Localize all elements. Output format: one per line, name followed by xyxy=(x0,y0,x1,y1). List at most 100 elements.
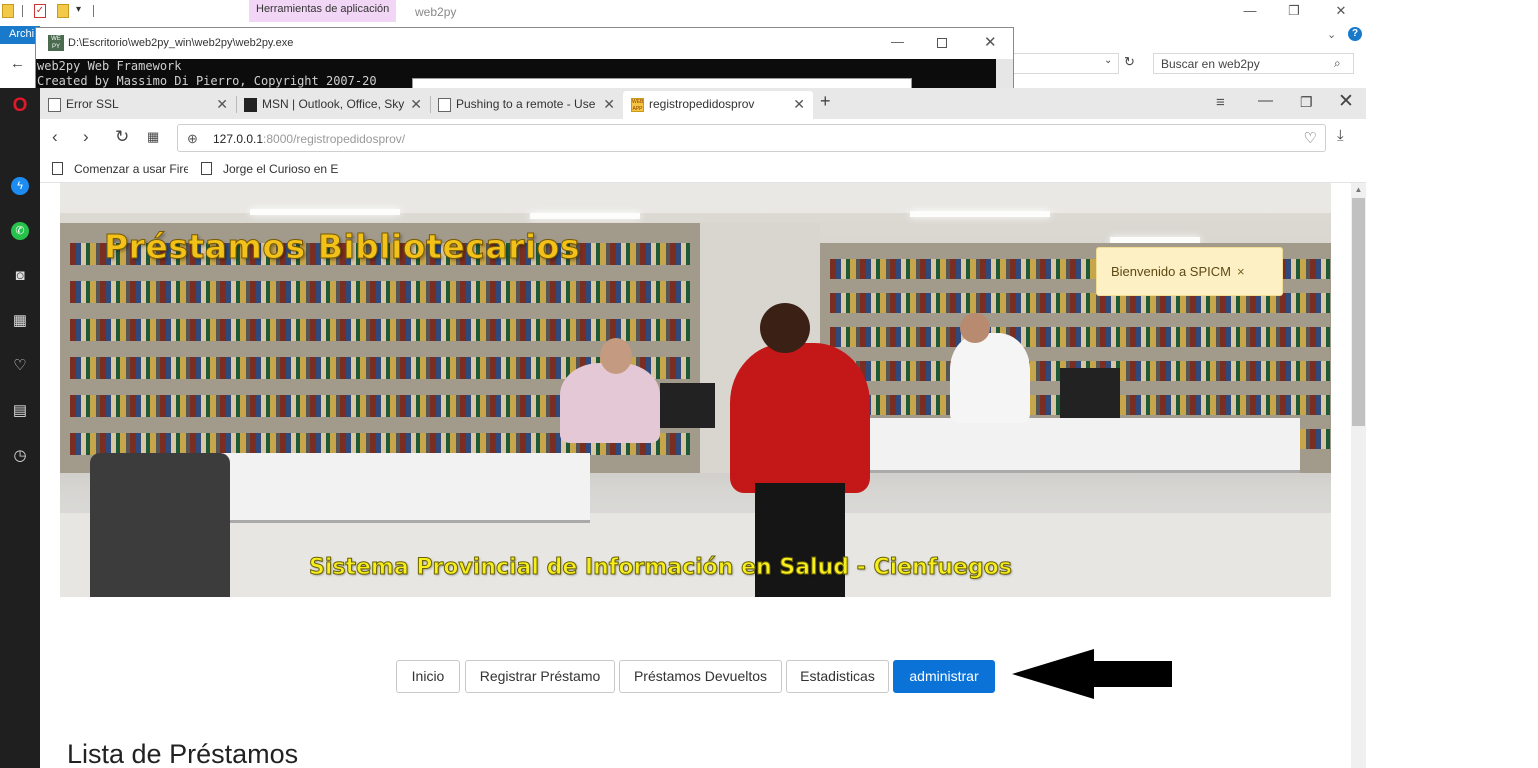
bookmark-label: Comenzar a usar Firef xyxy=(74,162,188,176)
archivo-tab[interactable]: Archi xyxy=(0,26,40,44)
bookmark-item[interactable]: Jorge el Curioso en Es xyxy=(201,162,338,176)
tab-label: MSN | Outlook, Office, Sky xyxy=(262,97,405,111)
console-titlebar: WE PY D:\Escritorio\web2py_win\web2py\web… xyxy=(36,28,1013,59)
history-clock-icon[interactable]: ◷ xyxy=(10,446,30,466)
camera-icon[interactable]: ◙ xyxy=(10,266,30,286)
page-scrollbar[interactable]: ▲ xyxy=(1351,183,1366,768)
visitor-figure xyxy=(730,343,870,493)
librarian-head xyxy=(600,338,632,374)
page-icon xyxy=(52,162,63,175)
back-icon[interactable]: ‹ xyxy=(52,127,58,147)
close-icon[interactable]: × xyxy=(1237,264,1245,279)
tab-grid-icon[interactable]: ▦ xyxy=(147,127,159,147)
toolbar-divider xyxy=(93,5,94,17)
close-tab-icon[interactable]: ✕ xyxy=(216,96,228,113)
tab-pushing-remote[interactable]: Pushing to a remote - Use ✕ xyxy=(430,91,623,119)
globe-icon[interactable]: ⊕ xyxy=(187,131,198,147)
inicio-button[interactable]: Inicio xyxy=(396,660,460,693)
close-button[interactable]: ✕ xyxy=(1338,90,1354,113)
librarian-figure xyxy=(560,363,660,443)
books-row xyxy=(70,319,690,341)
minimize-button[interactable]: — xyxy=(1240,2,1260,20)
console-line: web2py Web Framework xyxy=(37,59,182,73)
close-button[interactable]: ✕ xyxy=(1331,2,1351,20)
tab-menu-icon[interactable]: ≡ xyxy=(1216,94,1225,111)
page-heading: Lista de Préstamos xyxy=(67,739,299,768)
maximize-button[interactable] xyxy=(937,38,947,48)
desk xyxy=(840,418,1300,473)
close-tab-icon[interactable]: ✕ xyxy=(793,96,805,113)
search-icon[interactable]: ⌕ xyxy=(1334,56,1341,71)
explorer-titlebar: ✓ ▾ Herramientas de aplicación web2py — … xyxy=(0,0,1366,24)
web2py-icon: WE PY xyxy=(48,35,64,51)
close-tab-icon[interactable]: ✕ xyxy=(410,96,422,113)
console-scrollbar[interactable] xyxy=(996,59,1013,89)
scroll-up-icon[interactable]: ▲ xyxy=(1351,185,1366,194)
explorer-title: web2py xyxy=(415,5,457,19)
download-icon[interactable]: ⤓ xyxy=(1337,127,1344,144)
tab-error-ssl[interactable]: Error SSL ✕ xyxy=(40,91,236,119)
bookmark-heart-icon[interactable]: ♡ xyxy=(1304,129,1317,147)
address-dropdown-icon[interactable]: ⌄ xyxy=(1104,55,1112,66)
minimize-button[interactable]: — xyxy=(1258,92,1273,109)
messenger-icon[interactable]: ϟ xyxy=(11,177,29,195)
tab-strip: Error SSL ✕ MSN | Outlook, Office, Sky ✕… xyxy=(40,88,1366,119)
new-tab-icon[interactable]: + xyxy=(820,91,831,112)
browser-window: Error SSL ✕ MSN | Outlook, Office, Sky ✕… xyxy=(40,88,1366,768)
news-icon[interactable]: ▤ xyxy=(10,401,30,421)
estadisticas-button[interactable]: Estadisticas xyxy=(786,660,889,693)
registrar-prestamo-button[interactable]: Registrar Préstamo xyxy=(465,660,615,693)
back-arrow-icon[interactable]: ← xyxy=(10,55,25,72)
quick-access-dropdown-icon[interactable]: ▾ xyxy=(76,4,81,15)
alert-text: Bienvenido a SPICM xyxy=(1111,264,1231,279)
reload-icon[interactable]: ↻ xyxy=(115,127,129,147)
web-page: Préstamos Bibliotecarios Sistema Provinc… xyxy=(40,183,1351,768)
books-row xyxy=(830,327,1330,347)
opera-logo-icon[interactable]: O xyxy=(10,96,30,116)
forward-icon[interactable]: › xyxy=(83,127,89,147)
bookmarks-bar: Comenzar a usar Firef Jorge el Curioso e… xyxy=(40,156,1366,183)
tab-registropedidosprov[interactable]: WEB APP registropedidosprov ✕ xyxy=(623,91,813,119)
monitor xyxy=(660,383,715,428)
tab-label: Error SSL xyxy=(66,97,119,111)
msn-icon xyxy=(244,98,257,112)
books-row xyxy=(70,281,690,303)
ceiling-light xyxy=(910,211,1050,217)
chair xyxy=(90,453,230,597)
speed-dial-icon[interactable]: ▦ xyxy=(10,311,30,331)
refresh-icon[interactable]: ↻ xyxy=(1124,54,1135,70)
url-text[interactable]: 127.0.0.1:8000/registropedidosprov/ xyxy=(213,132,405,146)
ribbon-expand-icon[interactable]: ⌄ xyxy=(1327,28,1336,41)
page-icon xyxy=(438,98,451,112)
close-tab-icon[interactable]: ✕ xyxy=(603,96,615,113)
restore-button[interactable]: ❐ xyxy=(1300,94,1313,111)
help-icon[interactable]: ? xyxy=(1348,27,1362,41)
new-folder-icon[interactable] xyxy=(57,4,69,18)
whatsapp-icon[interactable]: ✆ xyxy=(11,222,29,240)
doctor-head xyxy=(960,313,990,343)
ceiling-light xyxy=(250,209,400,215)
prestamos-devueltos-button[interactable]: Préstamos Devueltos xyxy=(619,660,782,693)
library-banner-image: Préstamos Bibliotecarios Sistema Provinc… xyxy=(60,183,1331,597)
page-icon xyxy=(48,98,61,112)
scrollbar-thumb[interactable] xyxy=(1352,198,1365,426)
annotation-arrow-icon xyxy=(1012,649,1172,699)
banner-subtitle: Sistema Provincial de Información en Sal… xyxy=(309,555,1013,581)
folder-icon[interactable] xyxy=(2,4,14,18)
explorer-search-input[interactable]: Buscar en web2py xyxy=(1153,53,1354,74)
address-bar[interactable]: ⊕ 127.0.0.1:8000/registropedidosprov/ ♡ xyxy=(177,124,1326,152)
properties-icon[interactable]: ✓ xyxy=(34,4,46,18)
restore-button[interactable]: ❐ xyxy=(1284,2,1304,20)
tab-msn[interactable]: MSN | Outlook, Office, Sky ✕ xyxy=(236,91,430,119)
app-tools-tab[interactable]: Herramientas de aplicación xyxy=(249,0,397,22)
bookmark-item[interactable]: Comenzar a usar Firef xyxy=(52,162,188,176)
heart-icon[interactable]: ♡ xyxy=(10,356,30,376)
administrar-button[interactable]: administrar xyxy=(893,660,995,693)
welcome-alert: Bienvenido a SPICM × xyxy=(1096,247,1283,296)
visitor-head xyxy=(760,303,810,353)
console-title: D:\Escritorio\web2py_win\web2py\web2py.e… xyxy=(68,37,294,49)
close-button[interactable]: ✕ xyxy=(984,33,997,51)
minimize-button[interactable]: — xyxy=(891,34,904,49)
page-icon xyxy=(201,162,212,175)
doctor-figure xyxy=(950,333,1030,423)
